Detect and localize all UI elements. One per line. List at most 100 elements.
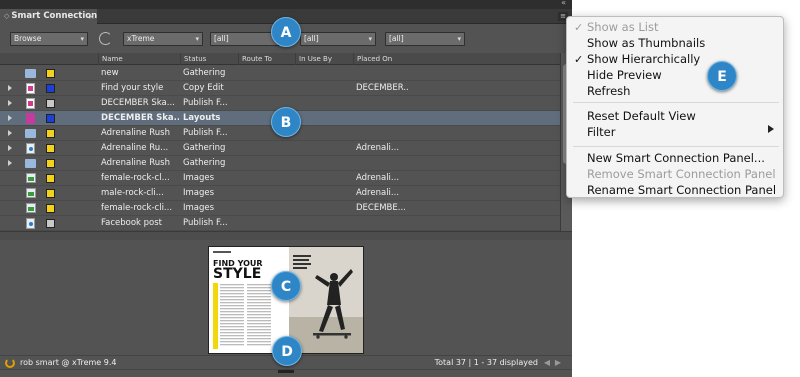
cell-inuse xyxy=(298,141,353,156)
menu-item-label: Show as List xyxy=(587,20,659,34)
horizontal-scrollbar[interactable] xyxy=(0,231,572,240)
menu-item-new-smart-connection-panel[interactable]: New Smart Connection Panel... xyxy=(587,151,765,166)
expand-triangle-icon[interactable] xyxy=(8,160,12,166)
menu-separator xyxy=(573,146,779,147)
cell-status: Images xyxy=(183,173,215,183)
table-row[interactable]: Adrenaline Ru... Gathering Adrenali... xyxy=(0,141,560,156)
label-color-swatch xyxy=(46,174,55,183)
menu-item-label: Hide Preview xyxy=(587,68,662,82)
expand-triangle-icon[interactable] xyxy=(8,85,12,91)
cell-route xyxy=(241,171,295,186)
table-row[interactable]: female-rock-cli... Images DECEMBE... xyxy=(0,201,560,216)
filter-select-2[interactable]: [all] ▾ xyxy=(300,32,376,46)
cell-status: Gathering xyxy=(183,158,226,168)
table-row[interactable]: Find your style Copy Edit DECEMBER... xyxy=(0,81,560,96)
tab-toggle-icon[interactable]: ◇ xyxy=(4,12,9,20)
filter-select-3[interactable]: [all] ▾ xyxy=(385,32,465,46)
chevron-down-icon: ▾ xyxy=(457,35,461,43)
cell-name: Adrenaline Rush xyxy=(101,158,170,168)
callout-badge-d: D xyxy=(272,336,302,366)
panel-top-bar: « xyxy=(0,0,572,9)
menu-item-reset-default-view[interactable]: Reset Default View xyxy=(587,109,696,124)
cell-name: new xyxy=(101,68,119,78)
panel-tab-title: Smart Connection xyxy=(11,11,98,21)
cell-placed xyxy=(356,156,408,171)
expand-triangle-icon[interactable] xyxy=(8,100,12,106)
cell-route xyxy=(241,186,295,201)
table-row[interactable]: Facebook post Publish F... xyxy=(0,216,560,231)
mode-select-value: Browse xyxy=(14,34,42,43)
label-color-swatch xyxy=(46,99,55,108)
cell-inuse xyxy=(298,156,353,171)
label-color-swatch xyxy=(46,144,55,153)
menu-item-filter[interactable]: Filter xyxy=(587,125,615,140)
chevron-down-icon: ▾ xyxy=(195,35,199,43)
expand-triangle-icon[interactable] xyxy=(8,115,12,121)
menu-item-hide-preview[interactable]: Hide Preview xyxy=(587,68,662,83)
folder-icon xyxy=(25,159,36,168)
cell-status: Images xyxy=(183,188,215,198)
expand-triangle-icon[interactable] xyxy=(8,130,12,136)
layout-icon xyxy=(26,113,35,124)
column-header-in-use-by[interactable]: In Use By xyxy=(295,53,353,65)
incopy-icon xyxy=(26,143,35,154)
cell-route xyxy=(241,201,295,216)
cell-name: DECEMBER Ska... xyxy=(101,98,175,108)
column-header-route-to[interactable]: Route To xyxy=(238,53,295,65)
brand-select-value: xTreme xyxy=(127,34,155,43)
cell-placed: DECEMBE... xyxy=(356,203,406,213)
cell-name: Facebook post xyxy=(101,218,162,228)
menu-item-show-as-thumbnails[interactable]: Show as Thumbnails xyxy=(587,36,705,51)
chevron-down-icon: ▾ xyxy=(368,35,372,43)
label-color-swatch xyxy=(46,129,55,138)
menu-item-show-hierarchically[interactable]: ✓ Show Hierarchically xyxy=(574,52,700,67)
label-color-swatch xyxy=(46,114,55,123)
cell-status: Publish F... xyxy=(183,218,228,228)
column-header-placed-on[interactable]: Placed On xyxy=(353,53,408,65)
label-color-swatch xyxy=(46,69,55,78)
cell-inuse xyxy=(298,96,353,111)
image-icon xyxy=(26,188,36,198)
cell-name: DECEMBER Ska... xyxy=(101,113,179,123)
cell-inuse xyxy=(298,126,353,141)
brand-select[interactable]: xTreme ▾ xyxy=(123,32,203,46)
cell-placed xyxy=(356,111,408,126)
cell-inuse xyxy=(298,201,353,216)
spinner-icon xyxy=(5,358,15,368)
panel-tab[interactable]: ◇ Smart Connection xyxy=(0,9,97,24)
cell-name: female-rock-cl... xyxy=(101,173,170,183)
expand-triangle-icon[interactable] xyxy=(8,145,12,151)
table-header: Name Status Route To In Use By Placed On xyxy=(0,53,560,65)
refresh-icon[interactable] xyxy=(99,32,112,45)
cell-inuse xyxy=(298,171,353,186)
table-row[interactable]: new Gathering xyxy=(0,66,560,81)
table-row[interactable]: female-rock-cl... Images Adrenali... xyxy=(0,171,560,186)
cell-route xyxy=(241,66,295,81)
filter-select-3-value: [all] xyxy=(389,34,404,43)
cell-status: Layouts xyxy=(183,113,221,123)
table-row[interactable]: Adrenaline Rush Gathering xyxy=(0,156,560,171)
cell-status: Copy Edit xyxy=(183,83,224,93)
resize-handle[interactable] xyxy=(278,370,294,373)
column-header-name[interactable]: Name xyxy=(98,53,180,65)
menu-item-rename-smart-connection-panel[interactable]: Rename Smart Connection Panel xyxy=(587,183,776,198)
table-row[interactable]: male-rock-cli... Images Adrenali... xyxy=(0,186,560,201)
menu-item-remove-smart-connection-panel: Remove Smart Connection Panel xyxy=(587,167,776,182)
smart-connection-panel: « ◇ Smart Connection × ≡ Browse ▾ xTreme ▾ … xyxy=(0,0,572,377)
cell-name: male-rock-cli... xyxy=(101,188,164,198)
previous-page-icon[interactable]: ◀ xyxy=(544,356,550,370)
menu-item-refresh[interactable]: Refresh xyxy=(587,84,630,99)
folder-icon xyxy=(25,129,36,138)
filter-select-1-value: [all] xyxy=(214,34,229,43)
indesign-icon xyxy=(26,98,35,109)
callout-badge-a: A xyxy=(271,17,301,47)
mode-select[interactable]: Browse ▾ xyxy=(10,32,88,46)
cell-route xyxy=(241,216,295,231)
filter-select-2-value: [all] xyxy=(304,34,319,43)
collapse-icon[interactable]: « xyxy=(561,0,566,8)
file-table: Name Status Route To In Use By Placed On… xyxy=(0,53,572,231)
tab-close-icon[interactable]: × xyxy=(88,9,95,24)
next-page-icon[interactable]: ▶ xyxy=(555,356,561,370)
label-color-swatch xyxy=(46,189,55,198)
column-header-status[interactable]: Status xyxy=(180,53,238,65)
